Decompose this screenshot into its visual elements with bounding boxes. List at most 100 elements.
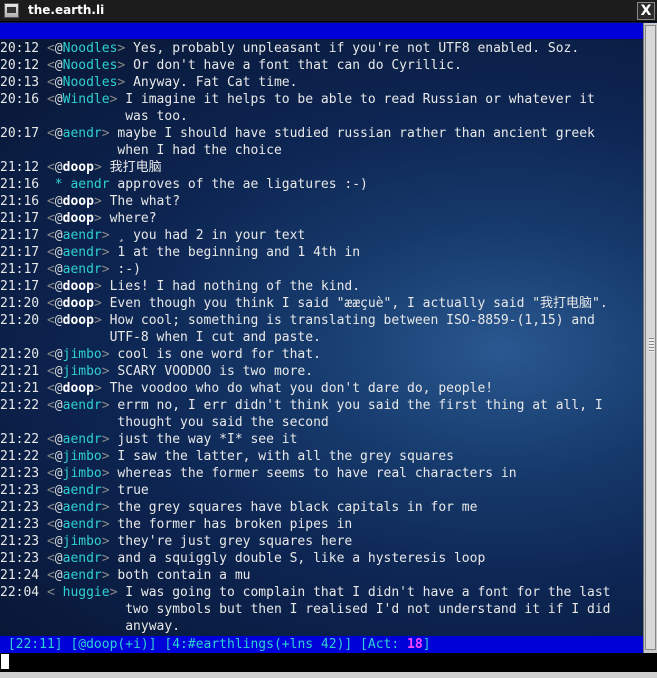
message-text: Anyway. Fat Cat time.: [133, 75, 298, 90]
nick-bracket-close: >: [109, 585, 118, 600]
timestamp: 21:22: [0, 449, 40, 464]
timestamp: 21:20: [0, 296, 40, 311]
message-line: 21:23 <@aendr> the former has broken pip…: [0, 516, 352, 533]
message-text: approves of the ae ligatures :-): [117, 177, 368, 192]
nick: Noodles: [62, 41, 118, 56]
status-channel: 4:#earthlings(+lns 42): [172, 637, 345, 652]
nick-mode: @: [54, 75, 63, 90]
nick: aendr: [70, 177, 110, 192]
input-line[interactable]: [0, 653, 657, 672]
message-text: Lies! I had nothing of the kind.: [109, 279, 361, 294]
nick: aendr: [62, 500, 102, 515]
message-text: anyway.: [125, 619, 181, 634]
close-button[interactable]: X: [637, 2, 655, 20]
message-text: errm no, I err didn't think you said the…: [117, 398, 603, 413]
nick: doop: [62, 194, 94, 209]
nick-bracket-open: <: [46, 296, 55, 311]
nick-bracket-open: <: [46, 126, 55, 141]
message-text: SCARY VOODOO is two more.: [117, 364, 314, 379]
message-text: maybe I should have studied russian rath…: [117, 126, 595, 141]
window-bottom-edge: [0, 672, 657, 678]
timestamp: 20:17: [0, 126, 40, 141]
message-text: The voodoo who do what you don't dare do…: [109, 381, 494, 396]
message-line: 21:23 <@jimbo> they're just grey squares…: [0, 533, 352, 550]
timestamp: 22:04: [0, 585, 40, 600]
message-line: 21:21 <@doop> The voodoo who do what you…: [0, 380, 493, 397]
message-text: the grey squares have black capitals in …: [117, 500, 478, 515]
nick: jimbo: [62, 364, 102, 379]
message-continuation: anyway.: [0, 618, 180, 635]
message-line: 20:12 <@Noodles> Yes, probably unpleasan…: [0, 40, 579, 57]
timestamp: 21:24: [0, 568, 40, 583]
nick-bracket-close: >: [101, 534, 110, 549]
scrollbar[interactable]: [643, 23, 657, 653]
nick-bracket-open: <: [46, 194, 55, 209]
message-continuation: when I had the choice: [0, 142, 281, 159]
timestamp: 21:12: [0, 160, 40, 175]
timestamp: 20:16: [0, 92, 40, 107]
nick-bracket-open: <: [46, 398, 55, 413]
nick: aendr: [62, 228, 102, 243]
nick-bracket-close: >: [101, 551, 110, 566]
nick: aendr: [62, 432, 102, 447]
nick-bracket-open: <: [46, 364, 55, 379]
timestamp: 21:23: [0, 534, 40, 549]
action-marker: *: [46, 177, 63, 192]
message-text: ¸ you had 2 in your text: [117, 228, 306, 243]
status-activity-count: 18: [407, 637, 423, 652]
timestamp: 21:22: [0, 398, 40, 413]
message-text: was too.: [125, 109, 188, 124]
message-line: 21:17 <@aendr> :-): [0, 261, 141, 278]
text-cursor: [1, 654, 9, 669]
nick-mode: @: [54, 568, 63, 583]
nick-bracket-open: <: [46, 211, 55, 226]
nick-mode: @: [54, 381, 63, 396]
title-bar[interactable]: the.earth.li X: [0, 0, 657, 22]
status-bar: [22:11] [@doop(+i)] [4:#earthlings(+lns …: [0, 636, 643, 653]
nick-bracket-close: >: [93, 160, 102, 175]
message-line: 21:23 <@jimbo> whereas the former seems …: [0, 465, 517, 482]
message-continuation: UTF-8 when I cut and paste.: [0, 329, 321, 346]
nick-bracket-open: <: [46, 585, 55, 600]
message-continuation: thought you said the second: [0, 414, 329, 431]
nick-mode: @: [54, 313, 63, 328]
nick: doop: [62, 296, 94, 311]
nick-bracket-open: <: [46, 534, 55, 549]
timestamp: 21:16: [0, 177, 40, 192]
nick-bracket-open: <: [46, 228, 55, 243]
nick: huggie: [62, 585, 110, 600]
nick: aendr: [62, 398, 102, 413]
nick-bracket-open: <: [46, 466, 55, 481]
nick-bracket-close: >: [101, 126, 110, 141]
nick: jimbo: [62, 347, 102, 362]
nick-bracket-close: >: [101, 432, 110, 447]
action-line: 21:16 * aendr approves of the ae ligatur…: [0, 176, 368, 193]
nick-mode: @: [54, 160, 63, 175]
timestamp: 21:23: [0, 551, 40, 566]
timestamp: 20:12: [0, 58, 40, 73]
nick: jimbo: [62, 534, 102, 549]
message-line: 22:04 < huggie> I was going to complain …: [0, 584, 611, 601]
status-user: @doop(+i): [78, 637, 149, 652]
nick: doop: [62, 313, 94, 328]
message-text: 1 at the beginning and 1 4th in: [117, 245, 361, 260]
timestamp: 21:21: [0, 364, 40, 379]
grip-icon: [649, 338, 654, 352]
terminal-app-icon[interactable]: [4, 3, 19, 18]
message-text: thought you said the second: [117, 415, 329, 430]
nick: jimbo: [62, 466, 102, 481]
message-line: 21:20 <@doop> How cool; something is tra…: [0, 312, 595, 329]
nick-mode: @: [54, 126, 63, 141]
nick-bracket-open: <: [46, 313, 55, 328]
nick: aendr: [62, 245, 102, 260]
message-line: 21:22 <@aendr> errm no, I err didn't thi…: [0, 397, 603, 414]
status-time: 22:11: [15, 637, 55, 652]
timestamp: 21:23: [0, 483, 40, 498]
message-text: I saw the latter, with all the grey squa…: [117, 449, 454, 464]
timestamp: 21:21: [0, 381, 40, 396]
nick-bracket-open: <: [46, 41, 55, 56]
nick: Windle: [62, 92, 110, 107]
nick-bracket-close: >: [93, 381, 102, 396]
scroll-thumb[interactable]: [645, 25, 656, 650]
timestamp: 21:16: [0, 194, 40, 209]
